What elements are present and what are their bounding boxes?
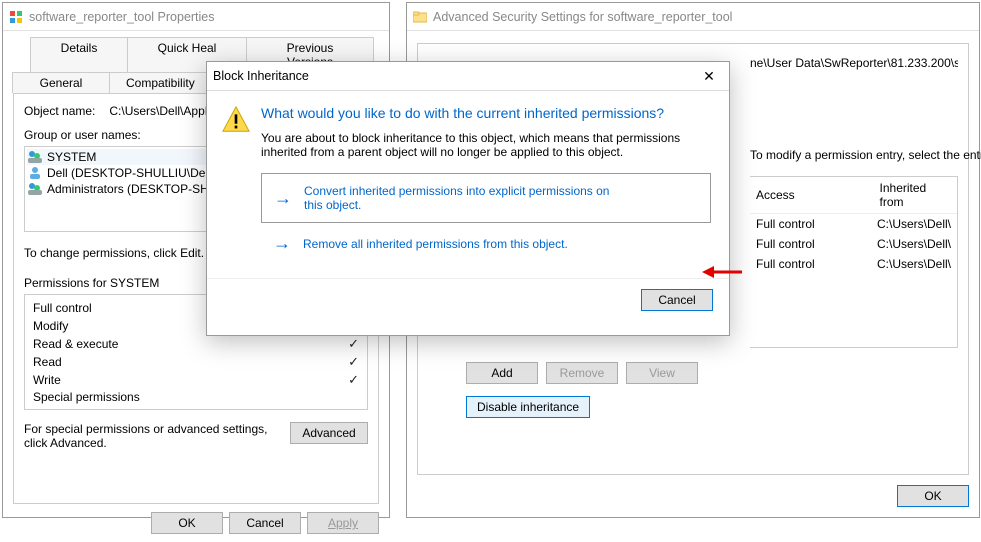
close-icon: ✕ bbox=[703, 68, 715, 85]
properties-footer: OK Cancel Apply bbox=[13, 512, 379, 534]
disable-inheritance-button[interactable]: Disable inheritance bbox=[466, 396, 590, 418]
annotation-arrow-icon bbox=[702, 263, 742, 284]
dialog-explain-1: You are about to block inheritance to th… bbox=[261, 131, 711, 145]
properties-titlebar: software_reporter_tool Properties bbox=[3, 3, 389, 31]
option-convert-line1: Convert inherited permissions into expli… bbox=[304, 184, 609, 198]
ok-button[interactable]: OK bbox=[151, 512, 223, 534]
dialog-question: What would you like to do with the curre… bbox=[261, 105, 711, 121]
option-convert-line2: this object. bbox=[304, 198, 609, 212]
option-remove-text: Remove all inherited permissions from th… bbox=[303, 237, 568, 251]
folder-icon bbox=[413, 10, 427, 24]
user-system-label: SYSTEM bbox=[47, 150, 96, 164]
tab-compatibility[interactable]: Compatibility bbox=[109, 72, 209, 93]
remove-button[interactable]: Remove bbox=[546, 362, 618, 384]
cancel-button[interactable]: Cancel bbox=[229, 512, 301, 534]
group-icon bbox=[27, 149, 43, 165]
user-dell-label: Dell (DESKTOP-SHULLIU\Dell) bbox=[47, 166, 215, 180]
properties-title: software_reporter_tool Properties bbox=[29, 10, 383, 24]
advanced-path-value: ne\User Data\SwReporter\81.233.200\softw… bbox=[750, 56, 958, 70]
table-row[interactable]: Full control C:\Users\Dell\ bbox=[750, 234, 957, 254]
view-button[interactable]: View bbox=[626, 362, 698, 384]
tab-general[interactable]: General bbox=[12, 72, 110, 93]
permissions-table: Access Inherited from Full control C:\Us… bbox=[750, 176, 958, 348]
apply-button[interactable]: Apply bbox=[307, 512, 379, 534]
option-remove-all[interactable]: → Remove all inherited permissions from … bbox=[261, 227, 711, 264]
tab-details[interactable]: Details bbox=[30, 37, 128, 72]
col-access[interactable]: Access bbox=[756, 188, 880, 202]
checkmark-icon: ✓ bbox=[348, 336, 359, 352]
option-convert[interactable]: → Convert inherited permissions into exp… bbox=[261, 173, 711, 223]
advanced-row: For special permissions or advanced sett… bbox=[24, 422, 368, 450]
block-inheritance-dialog: Block Inheritance ✕ What would you like … bbox=[206, 61, 730, 336]
perm-read: Read✓ bbox=[27, 353, 365, 371]
dialog-footer: Cancel bbox=[207, 278, 729, 323]
dialog-titlebar: Block Inheritance ✕ bbox=[207, 62, 729, 90]
table-row[interactable]: Full control C:\Users\Dell\ bbox=[750, 254, 957, 274]
arrow-right-icon: → bbox=[274, 188, 292, 209]
advanced-titlebar: Advanced Security Settings for software_… bbox=[407, 3, 979, 31]
warning-icon bbox=[221, 105, 251, 138]
advanced-footer: OK bbox=[417, 485, 969, 507]
advanced-action-row: Add Remove View bbox=[466, 362, 958, 384]
arrow-right-icon: → bbox=[273, 233, 291, 254]
checkmark-icon: ✓ bbox=[348, 354, 359, 370]
advanced-text: For special permissions or advanced sett… bbox=[24, 422, 290, 450]
table-header: Access Inherited from bbox=[750, 177, 957, 214]
object-name-label: Object name: bbox=[24, 104, 95, 118]
perm-read-execute: Read & execute✓ bbox=[27, 335, 365, 353]
app-icon bbox=[9, 10, 23, 24]
advanced-ok-button[interactable]: OK bbox=[897, 485, 969, 507]
dialog-cancel-button[interactable]: Cancel bbox=[641, 289, 713, 311]
add-button[interactable]: Add bbox=[466, 362, 538, 384]
advanced-title: Advanced Security Settings for software_… bbox=[433, 10, 973, 24]
close-button[interactable]: ✕ bbox=[695, 65, 723, 87]
group-icon bbox=[27, 181, 43, 197]
user-icon bbox=[27, 165, 43, 181]
checkmark-icon: ✓ bbox=[348, 372, 359, 388]
advanced-button[interactable]: Advanced bbox=[290, 422, 368, 444]
dialog-title: Block Inheritance bbox=[213, 69, 695, 83]
user-admins-label: Administrators (DESKTOP-SHULL bbox=[47, 182, 231, 196]
dialog-explain-2: inherited from a parent object will no l… bbox=[261, 145, 711, 159]
col-inherited[interactable]: Inherited from bbox=[880, 181, 951, 209]
perm-write: Write✓ bbox=[27, 371, 365, 389]
perm-special: Special permissions bbox=[27, 389, 365, 405]
table-row[interactable]: Full control C:\Users\Dell\ bbox=[750, 214, 957, 234]
